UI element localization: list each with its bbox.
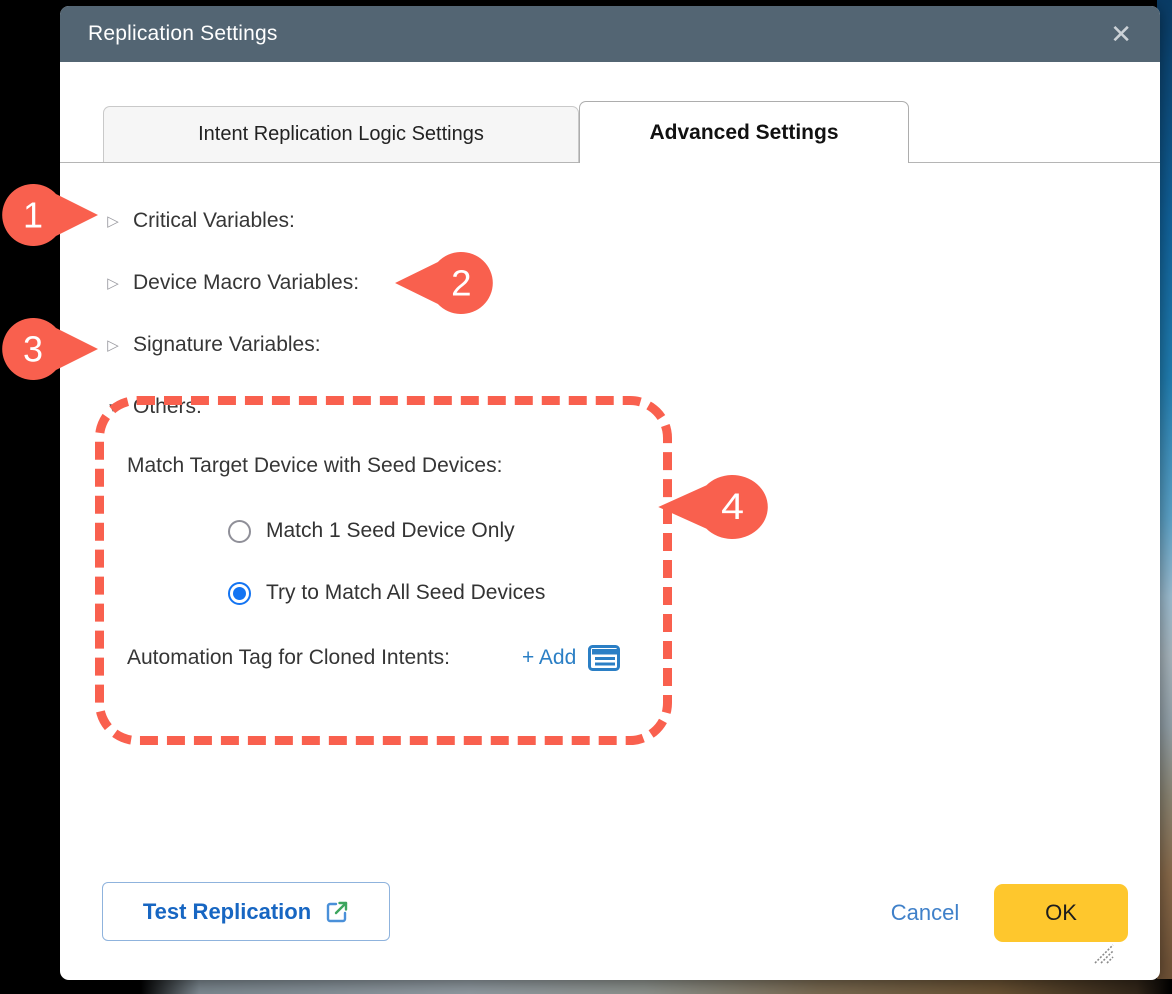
match-target-device-label: Match Target Device with Seed Devices: [127, 454, 502, 478]
section-device-macro-variables[interactable]: ▷ Device Macro Variables: [105, 268, 359, 298]
svg-text:1: 1 [23, 195, 43, 236]
chevron-right-icon[interactable]: ▷ [105, 212, 121, 230]
dialog-title: Replication Settings [88, 22, 278, 46]
external-link-icon [325, 900, 349, 924]
tab-intent-replication-logic-settings[interactable]: Intent Replication Logic Settings [103, 106, 579, 162]
automation-tag-label: Automation Tag for Cloned Intents: [127, 646, 450, 670]
tab-bar: Intent Replication Logic Settings Advanc… [60, 105, 1160, 163]
replication-settings-dialog: Replication Settings ✕ Intent Replicatio… [60, 6, 1160, 980]
dialog-header: Replication Settings ✕ [60, 6, 1160, 62]
svg-text:3: 3 [23, 329, 43, 370]
chevron-right-icon[interactable]: ▷ [105, 336, 121, 354]
add-tag-link[interactable]: + Add [522, 646, 576, 670]
radio-match-1-seed-device[interactable]: Match 1 Seed Device Only [228, 517, 515, 545]
close-icon[interactable]: ✕ [1110, 21, 1132, 47]
background-bottom-strip [0, 979, 1172, 994]
automation-tag-row: Automation Tag for Cloned Intents: + Add [127, 642, 620, 674]
tab-label: Advanced Settings [649, 121, 838, 145]
radio-try-match-all-seed-devices[interactable]: Try to Match All Seed Devices [228, 579, 545, 607]
section-signature-variables[interactable]: ▷ Signature Variables: [105, 330, 321, 360]
section-label: Others: [133, 395, 202, 419]
section-label: Device Macro Variables: [133, 271, 359, 295]
chevron-right-icon[interactable]: ▷ [105, 274, 121, 292]
ok-button[interactable]: OK [994, 884, 1128, 942]
radio-unselected-icon[interactable] [228, 520, 251, 543]
resize-grip-icon[interactable] [1092, 943, 1116, 965]
radio-selected-icon[interactable] [228, 582, 251, 605]
section-label: Signature Variables: [133, 333, 321, 357]
radio-label: Try to Match All Seed Devices [266, 581, 545, 605]
tag-list-icon[interactable] [588, 645, 620, 671]
tab-label: Intent Replication Logic Settings [198, 123, 484, 146]
test-replication-label: Test Replication [143, 899, 311, 925]
cancel-button[interactable]: Cancel [870, 900, 980, 926]
tab-advanced-settings[interactable]: Advanced Settings [579, 101, 909, 163]
radio-label: Match 1 Seed Device Only [266, 519, 515, 543]
section-critical-variables[interactable]: ▷ Critical Variables: [105, 206, 295, 236]
page-background: Replication Settings ✕ Intent Replicatio… [0, 0, 1172, 994]
section-others[interactable]: ▾ Others: [105, 392, 202, 422]
section-label: Critical Variables: [133, 209, 295, 233]
chevron-down-icon[interactable]: ▾ [105, 398, 121, 416]
test-replication-button[interactable]: Test Replication [102, 882, 390, 941]
